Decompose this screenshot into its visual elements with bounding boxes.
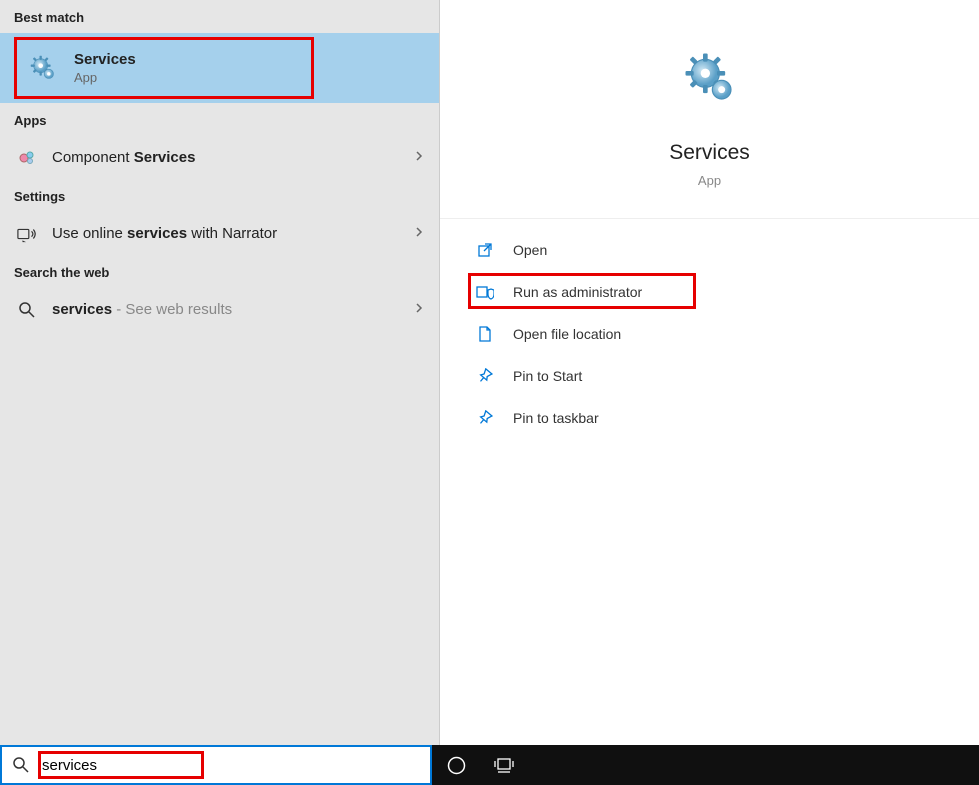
result-title: Use online services with Narrator bbox=[52, 225, 413, 242]
pin-taskbar-icon bbox=[475, 410, 495, 426]
details-subtitle: App bbox=[698, 173, 721, 188]
best-match-services[interactable]: Services App bbox=[0, 33, 439, 103]
action-open-file-location[interactable]: Open file location bbox=[440, 313, 979, 355]
search-icon bbox=[14, 301, 40, 319]
action-pin-to-taskbar[interactable]: Pin to taskbar bbox=[440, 397, 979, 439]
result-web-services[interactable]: services - See web results bbox=[0, 288, 439, 331]
details-header: Services App bbox=[440, 0, 979, 219]
component-services-icon bbox=[14, 149, 40, 167]
result-title: services - See web results bbox=[52, 301, 413, 318]
best-match-header: Best match bbox=[0, 0, 439, 33]
action-label: Pin to Start bbox=[513, 368, 582, 384]
pin-start-icon bbox=[475, 368, 495, 384]
settings-header: Settings bbox=[0, 179, 439, 212]
open-icon bbox=[475, 242, 495, 258]
action-pin-to-start[interactable]: Pin to Start bbox=[440, 355, 979, 397]
services-large-icon bbox=[682, 50, 738, 111]
result-narrator-services[interactable]: Use online services with Narrator bbox=[0, 212, 439, 255]
cortana-button[interactable] bbox=[432, 745, 480, 785]
search-input[interactable] bbox=[42, 757, 420, 774]
result-title: Component Services bbox=[52, 149, 413, 166]
result-subtitle: App bbox=[74, 70, 425, 85]
admin-shield-icon bbox=[475, 284, 495, 300]
search-icon bbox=[12, 756, 30, 774]
action-label: Run as administrator bbox=[513, 284, 642, 300]
action-label: Open file location bbox=[513, 326, 621, 342]
details-panel: Services App Open Run as administrator O… bbox=[440, 0, 979, 745]
services-gear-icon bbox=[24, 54, 62, 82]
search-results-panel: Best match Services App Apps bbox=[0, 0, 440, 745]
action-run-as-admin[interactable]: Run as administrator bbox=[440, 271, 979, 313]
action-label: Open bbox=[513, 242, 547, 258]
chevron-right-icon[interactable] bbox=[413, 149, 425, 167]
action-open[interactable]: Open bbox=[440, 229, 979, 271]
apps-header: Apps bbox=[0, 103, 439, 136]
task-view-button[interactable] bbox=[480, 745, 528, 785]
taskbar bbox=[0, 745, 979, 785]
result-title: Services bbox=[74, 51, 425, 68]
narrator-icon bbox=[14, 225, 40, 243]
chevron-right-icon[interactable] bbox=[413, 225, 425, 243]
details-title: Services bbox=[669, 141, 750, 165]
result-component-services[interactable]: Component Services bbox=[0, 136, 439, 179]
web-header: Search the web bbox=[0, 255, 439, 288]
file-location-icon bbox=[475, 326, 495, 342]
taskbar-search-box[interactable] bbox=[0, 745, 432, 785]
action-label: Pin to taskbar bbox=[513, 410, 599, 426]
chevron-right-icon[interactable] bbox=[413, 301, 425, 319]
